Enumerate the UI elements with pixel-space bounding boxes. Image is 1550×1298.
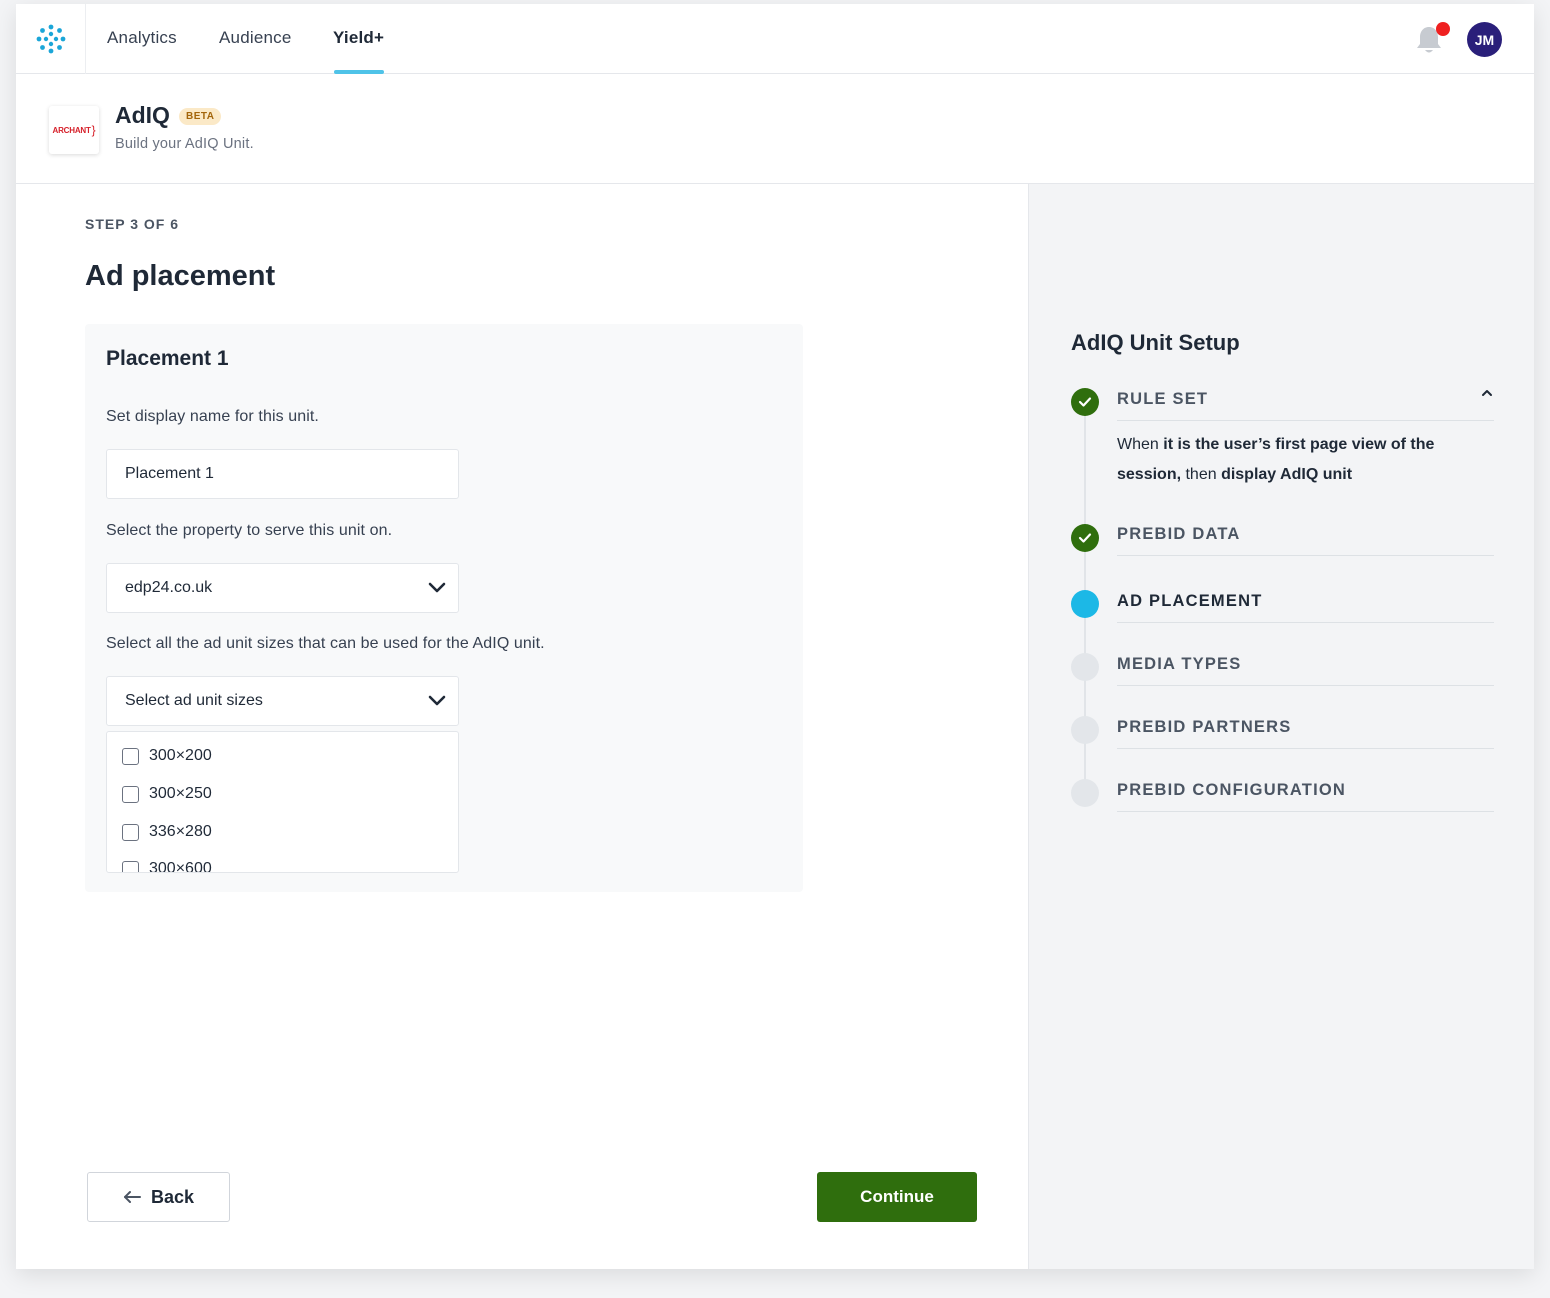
rule-desc-action: display AdIQ unit (1221, 466, 1353, 483)
app-subtitle: Build your AdIQ Unit. (115, 136, 254, 152)
divider (1117, 811, 1494, 812)
sizes-label: Select all the ad unit sizes that can be… (106, 635, 545, 652)
checkbox[interactable] (122, 747, 139, 765)
check-icon (1078, 533, 1092, 543)
check-icon (1078, 397, 1092, 407)
step-todo-indicator (1071, 716, 1099, 744)
size-option-label: 336×280 (149, 823, 212, 840)
app-logo[interactable] (16, 4, 86, 74)
app-title: AdIQ (115, 102, 170, 128)
checkbox[interactable] (122, 823, 139, 841)
divider (1117, 420, 1494, 421)
continue-button[interactable]: Continue (817, 1172, 977, 1222)
step-todo-indicator (1071, 779, 1099, 807)
chevron-down-icon (428, 695, 446, 706)
property-label: Select the property to serve this unit o… (106, 522, 393, 539)
step-todo-indicator (1071, 653, 1099, 681)
rule-set-description: When it is the user’s first page view of… (1117, 430, 1467, 490)
size-option-label: 300×600 (149, 860, 212, 873)
step-done-indicator (1071, 524, 1099, 552)
size-options-list[interactable]: 300×200 300×250 336×280 300×600 (106, 731, 459, 873)
divider (1117, 685, 1494, 686)
rule-desc-text: then (1181, 466, 1222, 483)
back-button[interactable]: Back (87, 1172, 230, 1222)
divider (1117, 748, 1494, 749)
step-current-indicator (1071, 590, 1099, 618)
step-ad-placement[interactable]: AD PLACEMENT (1117, 592, 1262, 611)
nav-audience[interactable]: Audience (219, 28, 292, 48)
brand-logo-text: ARCHANT (52, 125, 91, 135)
sidebar-title: AdIQ Unit Setup (1071, 330, 1240, 355)
checkbox[interactable] (122, 860, 139, 872)
brand-logo: ARCHANT} (49, 106, 99, 154)
step-prebid-data[interactable]: PREBID DATA (1117, 525, 1241, 544)
step-done-indicator (1071, 388, 1099, 416)
dots-cluster-icon (36, 24, 65, 54)
top-navigation: Analytics Audience Yield+ JM (16, 4, 1534, 74)
display-name-input[interactable] (106, 449, 459, 499)
size-option[interactable]: 300×200 (122, 745, 212, 767)
size-option[interactable]: 300×600 (122, 858, 212, 873)
divider (1117, 555, 1494, 556)
checkbox[interactable] (122, 785, 139, 803)
property-select[interactable]: edp24.co.uk (106, 563, 459, 613)
app-window: Analytics Audience Yield+ JM ARCHANT} Ad… (16, 4, 1534, 1269)
chevron-down-icon (428, 582, 446, 593)
display-name-label: Set display name for this unit. (106, 408, 319, 425)
main-content: STEP 3 OF 6 Ad placement Placement 1 Set… (16, 184, 1028, 1269)
step-indicator: STEP 3 OF 6 (85, 216, 179, 232)
setup-sidebar: AdIQ Unit Setup RULE SET When it is the … (1028, 184, 1534, 1269)
page-title: Ad placement (85, 260, 276, 292)
nav-analytics[interactable]: Analytics (107, 28, 177, 48)
placement-title: Placement 1 (106, 347, 229, 370)
sizes-select[interactable]: Select ad unit sizes (106, 676, 459, 726)
chevron-up-icon[interactable] (1481, 388, 1493, 398)
notification-dot (1436, 22, 1450, 36)
step-prebid-configuration[interactable]: PREBID CONFIGURATION (1117, 781, 1346, 800)
size-option[interactable]: 300×250 (122, 783, 212, 805)
rule-desc-text: When (1117, 436, 1164, 453)
page-header: ARCHANT} AdIQ BETA Build your AdIQ Unit. (16, 74, 1534, 184)
step-rule-set[interactable]: RULE SET (1117, 390, 1208, 409)
back-button-label: Back (150, 1186, 195, 1207)
sizes-select-placeholder: Select ad unit sizes (125, 692, 263, 709)
arrow-left-icon (123, 1191, 141, 1203)
placement-card: Placement 1 Set display name for this un… (85, 324, 803, 892)
beta-badge: BETA (179, 108, 222, 125)
avatar[interactable]: JM (1467, 22, 1502, 57)
property-select-value: edp24.co.uk (125, 579, 213, 596)
size-option[interactable]: 336×280 (122, 821, 212, 843)
divider (1117, 622, 1494, 623)
nav-yield-plus[interactable]: Yield+ (333, 28, 384, 48)
size-option-label: 300×200 (149, 747, 212, 764)
step-media-types[interactable]: MEDIA TYPES (1117, 655, 1241, 674)
size-option-label: 300×250 (149, 785, 212, 802)
step-prebid-partners[interactable]: PREBID PARTNERS (1117, 718, 1291, 737)
